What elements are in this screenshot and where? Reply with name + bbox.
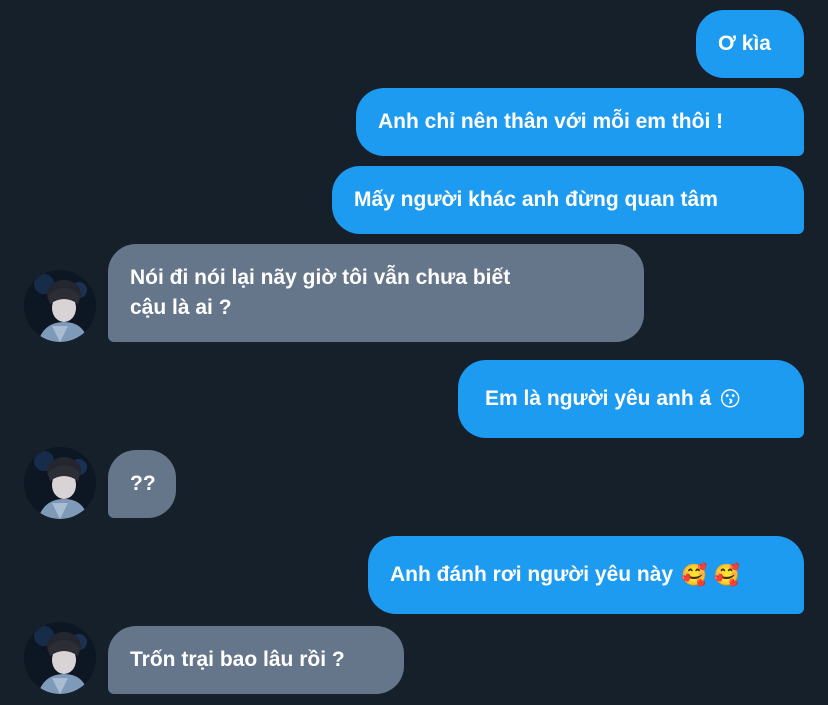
avatar[interactable] <box>24 270 96 342</box>
message-text: Em là người yêu anh á <box>485 387 712 410</box>
avatar[interactable] <box>24 447 96 519</box>
smiling-face-with-hearts-emoji-icon: 🥰 🥰 <box>681 563 741 587</box>
avatar[interactable] <box>24 622 96 694</box>
message-text-line-1: Nói đi nói lại nãy giờ tôi vẫn chưa biết <box>130 266 511 289</box>
message-text: Ơ kìa <box>718 32 771 55</box>
message-bubble-sent[interactable]: Em là người yêu anh á 😗 <box>458 360 804 438</box>
message-text: ?? <box>130 472 156 495</box>
message-text: Anh đánh rơi người yêu này <box>390 563 674 586</box>
message-text: Anh chỉ nên thân với mỗi em thôi ! <box>378 110 724 133</box>
message-bubble-received[interactable]: ?? <box>108 450 176 518</box>
message-text: Trốn trại bao lâu rồi ? <box>130 648 345 671</box>
message-bubble-received[interactable]: Nói đi nói lại nãy giờ tôi vẫn chưa biết… <box>108 244 644 342</box>
message-bubble-received[interactable]: Trốn trại bao lâu rồi ? <box>108 626 404 694</box>
message-text-line-2: cậu là ai ? <box>130 296 232 319</box>
avatar-photo-icon <box>24 447 96 519</box>
message-bubble-sent[interactable]: Ơ kìa <box>696 10 804 78</box>
message-bubble-sent[interactable]: Anh đánh rơi người yêu này 🥰 🥰 <box>368 536 804 614</box>
message-bubble-sent[interactable]: Mấy người khác anh đừng quan tâm <box>332 166 804 234</box>
avatar-photo-icon <box>24 622 96 694</box>
avatar-photo-icon <box>24 270 96 342</box>
message-text: Mấy người khác anh đừng quan tâm <box>354 188 718 211</box>
kissing-face-emoji-icon: 😗 <box>719 387 742 411</box>
message-bubble-sent[interactable]: Anh chỉ nên thân với mỗi em thôi ! <box>356 88 804 156</box>
